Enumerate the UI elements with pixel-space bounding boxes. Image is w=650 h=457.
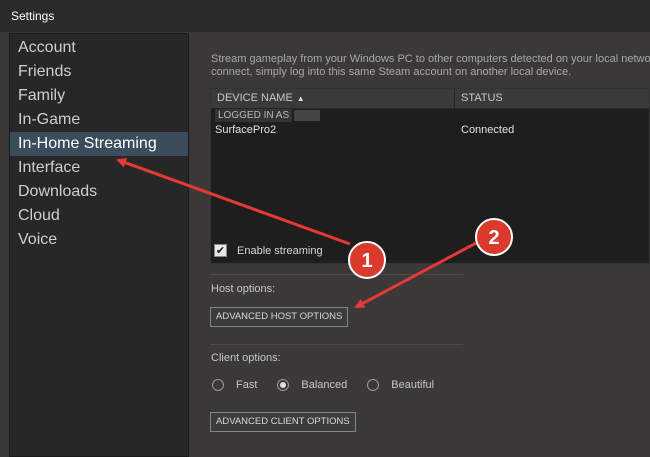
sidebar-item-friends[interactable]: Friends — [10, 60, 188, 84]
description-line-2: connect, simply log into this same Steam… — [211, 66, 572, 78]
radio-selected-dot — [280, 382, 287, 388]
sort-ascending-icon: ▲ — [296, 94, 305, 103]
client-options-label: Client options: — [211, 352, 281, 364]
divider — [210, 344, 463, 345]
device-table: DEVICE NAME ▲ STATUS LOGGED IN AS Surfac… — [210, 88, 650, 264]
sidebar-item-account[interactable]: Account — [10, 36, 188, 60]
divider — [210, 274, 463, 275]
sidebar-item-cloud[interactable]: Cloud — [10, 204, 188, 228]
sidebar-item-family[interactable]: Family — [10, 84, 188, 108]
redacted-username — [294, 110, 321, 121]
device-name-cell: SurfacePro2 — [215, 124, 277, 136]
enable-streaming-checkbox[interactable]: ✔ — [214, 244, 227, 257]
column-header-status[interactable]: STATUS — [455, 89, 503, 108]
radio-beautiful-circle[interactable] — [367, 379, 380, 391]
radio-beautiful-label: Beautiful — [391, 379, 435, 391]
enable-streaming-label: Enable streaming — [237, 244, 323, 257]
description-line-1: Stream gameplay from your Windows PC to … — [211, 53, 650, 65]
streaming-settings-panel: Stream gameplay from your Windows PC to … — [190, 33, 650, 457]
radio-balanced-circle[interactable] — [277, 379, 290, 391]
sidebar-item-in-game[interactable]: In-Game — [10, 108, 188, 132]
host-options-label: Host options: — [211, 283, 276, 295]
sidebar-item-interface[interactable]: Interface — [10, 156, 188, 180]
radio-fast[interactable]: Fast — [212, 379, 257, 391]
device-status-cell: Connected — [461, 124, 515, 136]
window-titlebar: Settings — [0, 0, 650, 32]
radio-beautiful[interactable]: Beautiful — [367, 379, 434, 391]
column-header-status-label: STATUS — [461, 92, 503, 104]
device-table-header: DEVICE NAME ▲ STATUS — [211, 89, 649, 109]
advanced-client-options-button[interactable]: ADVANCED CLIENT OPTIONS — [210, 412, 356, 432]
radio-balanced-label: Balanced — [301, 379, 348, 391]
advanced-host-options-button[interactable]: ADVANCED HOST OPTIONS — [210, 307, 349, 327]
settings-sidebar: Account Friends Family In-Game In-Home S… — [9, 33, 189, 457]
client-quality-radio-group: Fast Balanced Beautiful — [212, 379, 454, 391]
sidebar-item-voice[interactable]: Voice — [10, 228, 188, 252]
radio-fast-label: Fast — [236, 379, 258, 391]
table-row[interactable]: SurfacePro2 Connected — [211, 122, 649, 138]
sidebar-item-downloads[interactable]: Downloads — [10, 180, 188, 204]
column-header-device-name[interactable]: DEVICE NAME ▲ — [211, 89, 455, 108]
logged-in-group: LOGGED IN AS — [211, 109, 649, 122]
logged-in-label: LOGGED IN AS — [215, 109, 293, 122]
column-header-device-label: DEVICE NAME — [217, 92, 293, 104]
radio-balanced[interactable]: Balanced — [277, 379, 347, 391]
sidebar-item-in-home-streaming[interactable]: In-Home Streaming — [10, 132, 188, 156]
streaming-description: Stream gameplay from your Windows PC to … — [211, 53, 650, 79]
enable-streaming-option[interactable]: ✔ Enable streaming — [214, 244, 323, 257]
window-title: Settings — [11, 9, 55, 23]
radio-fast-circle[interactable] — [212, 379, 224, 391]
